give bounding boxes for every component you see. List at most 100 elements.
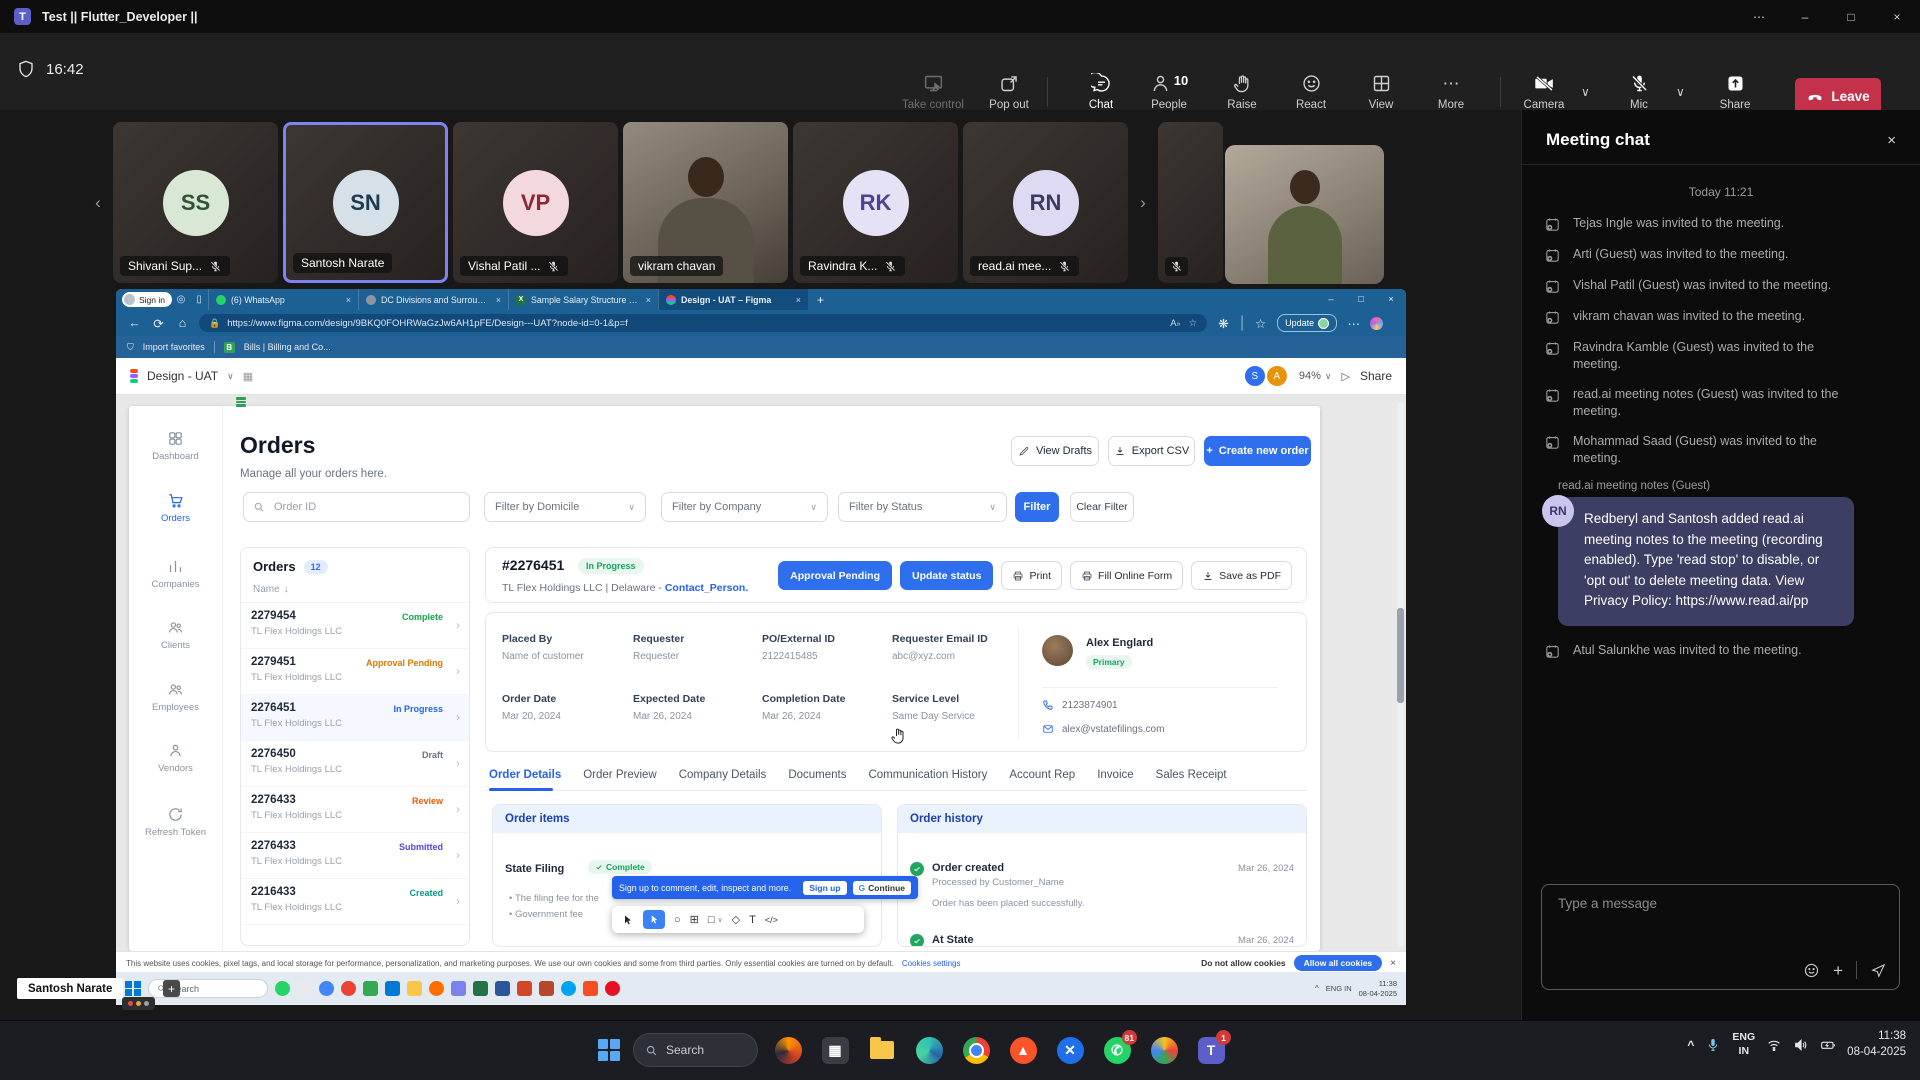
mic-chevron-icon[interactable]: ∨ — [1676, 85, 1685, 99]
favorites-bar-icon[interactable]: ☆ — [1253, 316, 1268, 331]
close-tab-icon[interactable]: × — [496, 295, 501, 305]
app-icon[interactable] — [771, 1033, 805, 1067]
message-input[interactable] — [1556, 895, 1889, 912]
app-icon[interactable] — [539, 981, 554, 996]
close-cookie-icon[interactable]: × — [1390, 958, 1396, 969]
app-icon[interactable] — [1147, 1033, 1181, 1067]
app-icon[interactable] — [605, 981, 620, 996]
component-tool-icon[interactable]: ◇ — [732, 913, 740, 926]
browser-scrollbar-thumb[interactable] — [1397, 608, 1404, 703]
emoji-icon[interactable] — [1803, 962, 1820, 979]
close-icon[interactable]: × — [1874, 0, 1920, 33]
figma-share-button[interactable]: Share — [1360, 369, 1392, 383]
cookie-settings-link[interactable]: Cookies settings — [902, 959, 961, 968]
browser-tab[interactable]: (6) WhatsApp × — [208, 289, 358, 310]
browser-profile-button[interactable]: Sign in — [122, 292, 172, 307]
refresh-icon[interactable]: ⟳ — [151, 316, 166, 331]
tray-mic-icon[interactable] — [1705, 1037, 1721, 1053]
frame-tool-icon[interactable]: ⊞ — [690, 913, 699, 926]
more-button[interactable]: ⋯ More — [1419, 73, 1483, 111]
language-indicator[interactable]: ENG IN — [1732, 1031, 1755, 1057]
leave-button[interactable]: Leave — [1795, 78, 1881, 114]
tiles-next-icon[interactable]: › — [1133, 193, 1153, 213]
speaker-icon[interactable] — [1793, 1037, 1809, 1053]
browser-workspaces-icon[interactable]: ◎ — [172, 294, 190, 305]
minimize-icon[interactable]: – — [1782, 0, 1828, 33]
code-tool-icon[interactable]: </> — [765, 915, 778, 925]
update-button[interactable]: Update — [1277, 314, 1337, 332]
sidebar-item-dashboard[interactable]: Dashboard — [129, 430, 222, 462]
order-row[interactable]: 2216433TL Flex Holdings LLC Created › — [241, 879, 469, 925]
sidebar-item-vendors[interactable]: Vendors — [129, 742, 222, 774]
order-row[interactable]: 2276433TL Flex Holdings LLC Submitted › — [241, 833, 469, 879]
chrome-icon[interactable] — [959, 1033, 993, 1067]
save-as-pdf-button[interactable]: Save as PDF — [1191, 561, 1292, 590]
tab-invoice[interactable]: Invoice — [1097, 769, 1133, 781]
app-icon[interactable] — [297, 981, 312, 996]
app-icon[interactable] — [451, 981, 466, 996]
video-tile[interactable]: RN read.ai mee... — [963, 122, 1128, 283]
tab-company-details[interactable]: Company Details — [679, 769, 767, 781]
filter-status-select[interactable]: Filter by Status∨ — [838, 492, 1007, 522]
new-tab-icon[interactable]: + — [817, 293, 824, 307]
chevron-up-icon[interactable]: ^ — [1315, 984, 1319, 993]
close-tab-icon[interactable]: × — [796, 295, 801, 305]
restore-icon[interactable]: □ — [1828, 0, 1874, 33]
approval-pending-button[interactable]: Approval Pending — [778, 561, 892, 590]
google-continue-button[interactable]: G Continue — [853, 881, 911, 895]
filter-domicile-select[interactable]: Filter by Domicile∨ — [484, 492, 646, 522]
app-icon[interactable] — [341, 981, 356, 996]
export-csv-button[interactable]: Export CSV — [1108, 436, 1195, 466]
tab-order-preview[interactable]: Order Preview — [583, 769, 657, 781]
contact-email-row[interactable]: alex@vstatefilings.com — [1042, 723, 1164, 735]
browser-restore-icon[interactable]: □ — [1346, 294, 1376, 305]
tab-documents[interactable]: Documents — [788, 769, 846, 781]
bookmark-link[interactable]: Bills | Billing and Co... — [244, 342, 331, 352]
people-button[interactable]: 10 People — [1137, 73, 1201, 111]
copilot-icon[interactable] — [1370, 317, 1383, 330]
tab-communication-history[interactable]: Communication History — [868, 769, 987, 781]
video-tile[interactable]: SS Shivani Sup... — [113, 122, 278, 283]
tab-order-details[interactable]: Order Details — [489, 769, 561, 781]
app-icon[interactable] — [429, 981, 444, 996]
browser-more-icon[interactable]: ⋯ — [1346, 316, 1361, 331]
edge-icon[interactable] — [912, 1033, 946, 1067]
text-tool-icon[interactable]: T — [749, 914, 756, 926]
update-status-button[interactable]: Update status — [900, 561, 993, 590]
home-icon[interactable]: ⌂ — [175, 316, 190, 330]
featured-video-tile[interactable] — [1225, 145, 1384, 284]
sidebar-item-orders[interactable]: Orders — [129, 492, 222, 524]
name-column-header[interactable]: Name ↓ — [241, 574, 469, 603]
clock[interactable]: 11:38 08-04-2025 — [1847, 1029, 1906, 1060]
clear-filter-button[interactable]: Clear Filter — [1070, 492, 1134, 522]
collaborator-avatar[interactable]: A — [1265, 364, 1289, 388]
tiles-prev-icon[interactable]: ‹ — [88, 193, 108, 213]
import-favorites-link[interactable]: Import favorites — [143, 342, 205, 352]
camera-chevron-icon[interactable]: ∨ — [1581, 85, 1590, 99]
present-icon[interactable]: ▷ — [1342, 370, 1350, 383]
app-icon[interactable] — [385, 981, 400, 996]
start-icon[interactable] — [125, 981, 141, 997]
app-icon[interactable] — [319, 981, 334, 996]
brave-icon[interactable]: ▲ — [1006, 1033, 1040, 1067]
tab-account-rep[interactable]: Account Rep — [1009, 769, 1075, 781]
video-tile-camera-on[interactable]: vikram chavan — [623, 122, 788, 283]
order-row[interactable]: 2279451TL Flex Holdings LLC Approval Pen… — [241, 649, 469, 695]
clock[interactable]: 11:38 08-04-2025 — [1359, 979, 1397, 999]
app-icon[interactable] — [495, 981, 510, 996]
app-icon[interactable] — [407, 981, 422, 996]
sidebar-item-employees[interactable]: Employees — [129, 681, 222, 713]
print-button[interactable]: Print — [1001, 561, 1062, 590]
fill-online-form-button[interactable]: Fill Online Form — [1070, 561, 1183, 590]
whatsapp-icon[interactable]: ✆ 81 — [1100, 1033, 1134, 1067]
video-tile[interactable]: VP Vishal Patil ... — [453, 122, 618, 283]
order-id-search[interactable] — [243, 492, 470, 522]
contact-person-link[interactable]: Contact_Person. — [665, 582, 748, 594]
app-icon[interactable] — [561, 981, 576, 996]
close-tab-icon[interactable]: × — [646, 295, 651, 305]
camera-button[interactable]: Camera — [1512, 73, 1576, 111]
wifi-icon[interactable] — [1766, 1037, 1782, 1053]
teams-icon[interactable]: T 1 — [1194, 1033, 1228, 1067]
pop-out-button[interactable]: Pop out — [977, 73, 1041, 111]
video-tile-active-speaker[interactable]: SN Santosh Narate — [283, 122, 448, 283]
